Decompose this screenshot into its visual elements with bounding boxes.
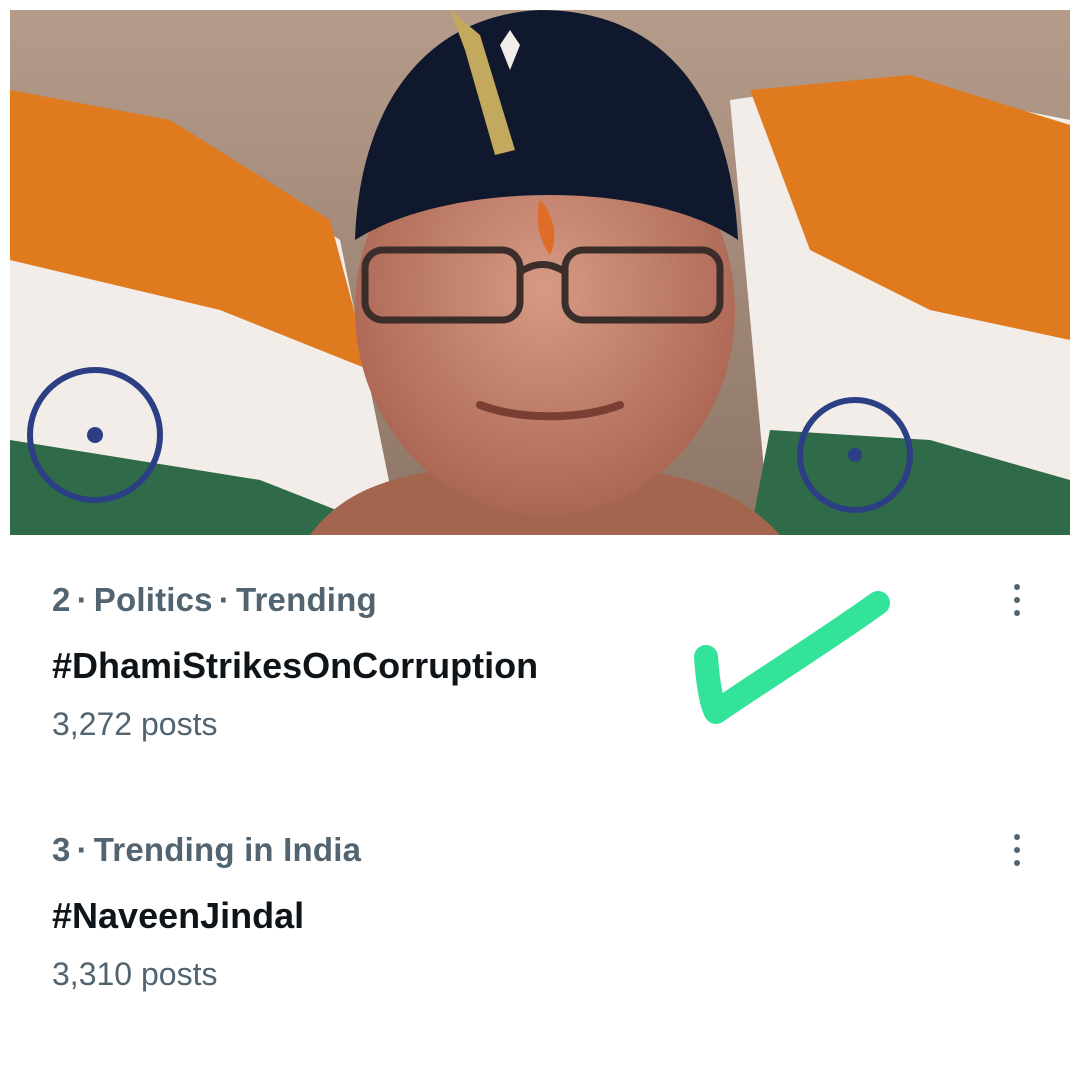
trend-meta: 3 · Trending in India <box>52 828 1052 872</box>
trend-post-count: 3,310 posts <box>52 956 218 992</box>
trend-rank: 3 <box>52 831 71 868</box>
trend-hero-image[interactable] <box>10 10 1070 535</box>
trend-rank: 2 <box>52 581 71 618</box>
meta-separator: · <box>218 581 230 618</box>
checkmark-icon <box>694 591 890 724</box>
trend-category: Politics <box>93 581 213 618</box>
trend-meta: 2 · Politics · Trending <box>52 578 1052 622</box>
trend-item[interactable]: 2 · Politics · Trending #DhamiStrikesOnCorru… <box>52 578 1052 746</box>
trend-category: Trending in India <box>93 831 362 868</box>
trend-status: Trending <box>235 581 377 618</box>
more-options-icon[interactable] <box>1005 580 1031 620</box>
trend-item[interactable]: 3 · Trending in India #NaveenJindal 3,310 … <box>52 828 1052 996</box>
trend-hashtag[interactable]: #DhamiStrikesOnCorruption <box>52 643 1052 689</box>
meta-separator: · <box>76 831 88 868</box>
hero-photo <box>10 10 1070 535</box>
trend-post-count: 3,272 posts <box>52 706 218 742</box>
meta-separator: · <box>76 581 88 618</box>
trend-hashtag[interactable]: #NaveenJindal <box>52 893 1052 939</box>
more-options-icon[interactable] <box>1005 830 1031 870</box>
